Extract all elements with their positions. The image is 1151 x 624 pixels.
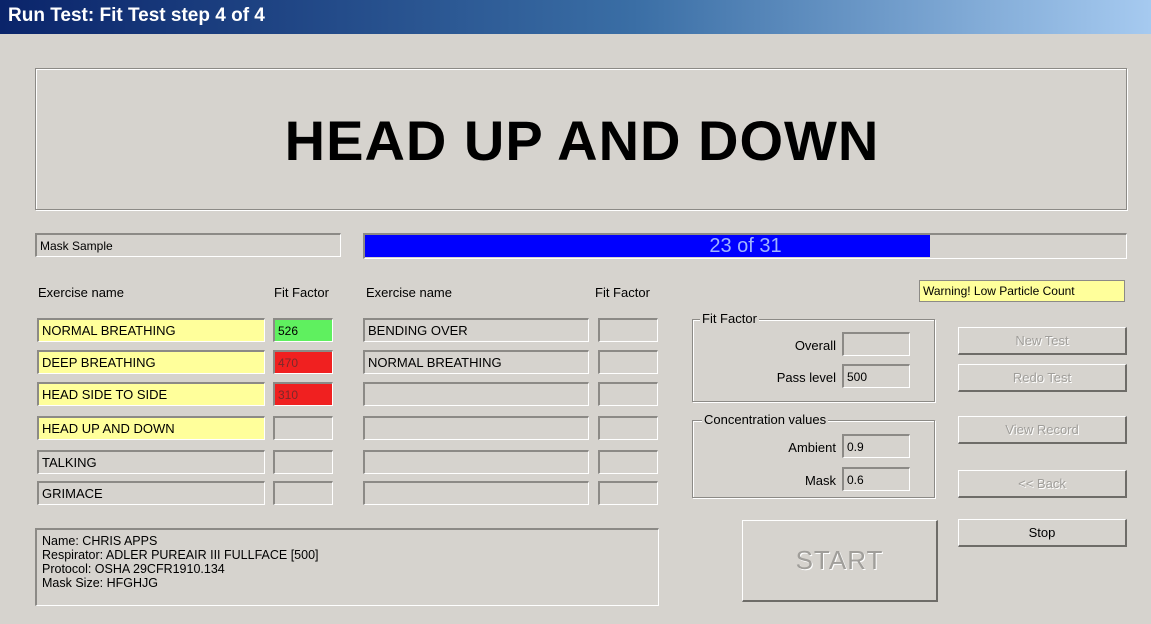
right-fit-factor xyxy=(598,450,658,474)
left-fit-factor xyxy=(273,481,333,505)
right-col-exercise-header: Exercise name xyxy=(366,285,452,300)
title-bar: Run Test: Fit Test step 4 of 4 xyxy=(0,0,1151,34)
overall-label: Overall xyxy=(794,338,836,353)
right-exercise-name: BENDING OVER xyxy=(363,318,589,342)
progress-bar: 23 of 31 xyxy=(363,233,1127,259)
warning-field: Warning! Low Particle Count xyxy=(919,280,1125,302)
start-button[interactable]: START xyxy=(742,520,938,602)
left-exercise-name: TALKING xyxy=(37,450,265,474)
right-fit-factor xyxy=(598,318,658,342)
right-fit-factor xyxy=(598,416,658,440)
left-fit-factor: 310 xyxy=(273,382,333,406)
ambient-field: 0.9 xyxy=(842,434,910,458)
right-exercise-name: NORMAL BREATHING xyxy=(363,350,589,374)
info-mask-size: Mask Size: HFGHJG xyxy=(42,576,158,590)
right-exercise-name xyxy=(363,416,589,440)
overall-field xyxy=(842,332,910,356)
right-exercise-name xyxy=(363,450,589,474)
mask-label: Mask xyxy=(804,473,836,488)
redo-test-button[interactable]: Redo Test xyxy=(958,364,1127,392)
pass-level-label: Pass level xyxy=(776,370,836,385)
info-respirator: Respirator: ADLER PUREAIR III FULLFACE [… xyxy=(42,548,319,562)
left-fit-factor: 526 xyxy=(273,318,333,342)
left-col-exercise-header: Exercise name xyxy=(38,285,124,300)
left-col-fit-header: Fit Factor xyxy=(274,285,329,300)
sample-status-field: Mask Sample xyxy=(35,233,341,257)
left-exercise-name: HEAD UP AND DOWN xyxy=(37,416,265,440)
stop-button[interactable]: Stop xyxy=(958,519,1127,547)
current-exercise-heading: HEAD UP AND DOWN xyxy=(284,108,880,172)
fit-factor-group-title: Fit Factor xyxy=(700,311,759,326)
concentration-group-title: Concentration values xyxy=(702,412,829,427)
progress-text: 23 of 31 xyxy=(709,235,782,257)
left-exercise-name: GRIMACE xyxy=(37,481,265,505)
left-exercise-name: NORMAL BREATHING xyxy=(37,318,265,342)
left-fit-factor xyxy=(273,416,333,440)
left-exercise-name: HEAD SIDE TO SIDE xyxy=(37,382,265,406)
right-exercise-name xyxy=(363,382,589,406)
right-exercise-name xyxy=(363,481,589,505)
left-exercise-name: DEEP BREATHING xyxy=(37,350,265,374)
new-test-button[interactable]: New Test xyxy=(958,327,1127,355)
test-info-box: Name: CHRIS APPS Respirator: ADLER PUREA… xyxy=(35,528,659,606)
pass-level-field: 500 xyxy=(842,364,910,388)
ambient-label: Ambient xyxy=(788,440,836,455)
right-fit-factor xyxy=(598,481,658,505)
right-fit-factor xyxy=(598,350,658,374)
left-fit-factor xyxy=(273,450,333,474)
right-fit-factor xyxy=(598,382,658,406)
mask-field: 0.6 xyxy=(842,467,910,491)
info-name: Name: CHRIS APPS xyxy=(42,534,158,548)
view-record-button[interactable]: View Record xyxy=(958,416,1127,444)
right-col-fit-header: Fit Factor xyxy=(595,285,650,300)
info-protocol: Protocol: OSHA 29CFR1910.134 xyxy=(42,562,225,576)
left-fit-factor: 470 xyxy=(273,350,333,374)
window-title: Run Test: Fit Test step 4 of 4 xyxy=(8,5,265,26)
back-button[interactable]: << Back xyxy=(958,470,1127,498)
